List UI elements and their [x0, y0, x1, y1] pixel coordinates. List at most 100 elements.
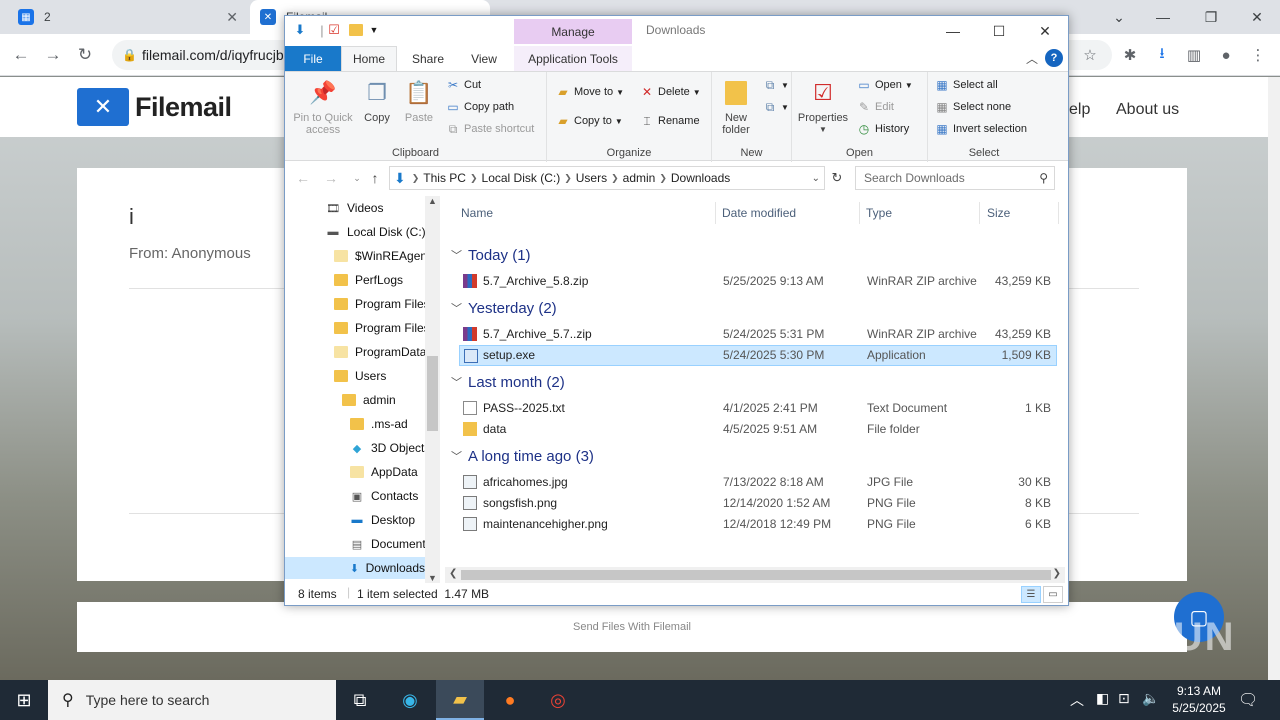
chrome-icon[interactable]: ◎: [534, 680, 582, 720]
details-view-icon[interactable]: ☰: [1021, 586, 1041, 603]
group-header[interactable]: ﹀ Last month (2): [451, 371, 565, 393]
pin-quick-access-button[interactable]: 📌 Pin to Quick access: [289, 78, 357, 137]
paste-button[interactable]: 📋 Paste: [399, 78, 439, 125]
search-input[interactable]: Search Downloads ⚲: [855, 166, 1055, 190]
column-header-date[interactable]: Date modified: [722, 202, 796, 224]
customize-qa-icon[interactable]: ▼: [365, 21, 383, 39]
profile-icon[interactable]: ●: [1214, 43, 1238, 67]
nav-item[interactable]: ◆ 3D Objects: [349, 437, 431, 459]
tab-search-icon[interactable]: ⌄: [1096, 0, 1142, 34]
breadcrumb-this-pc[interactable]: This PC: [423, 171, 466, 185]
new-item-button[interactable]: ⧉ ▼: [762, 75, 789, 95]
paste-shortcut-button[interactable]: ⧉ Paste shortcut: [445, 119, 535, 139]
column-separator[interactable]: [715, 202, 716, 224]
nav-scrollbar[interactable]: ▲ ▼: [425, 196, 440, 583]
file-row[interactable]: maintenancehigher.png 12/4/2018 12:49 PM…: [459, 514, 1057, 535]
column-header-size[interactable]: Size: [987, 202, 1010, 224]
task-view-icon[interactable]: ⧉: [336, 680, 384, 720]
manage-contextual-tab[interactable]: Manage: [514, 19, 632, 44]
nav-item[interactable]: ▬ Local Disk (C:): [325, 221, 426, 243]
system-clock[interactable]: 9:13 AM 5/25/2025: [1162, 683, 1236, 717]
filemail-logo[interactable]: ✕ Filemail: [77, 88, 232, 126]
properties-qa-icon[interactable]: ☑: [325, 21, 343, 39]
downloads-icon[interactable]: ⭳: [1150, 43, 1174, 67]
nav-item[interactable]: ▬ Desktop: [349, 509, 416, 531]
nav-item[interactable]: Users: [333, 365, 386, 387]
breadcrumb-admin[interactable]: admin: [623, 171, 656, 185]
firefox-icon[interactable]: ●: [486, 680, 534, 720]
tab-view[interactable]: View: [457, 46, 511, 71]
move-to-button[interactable]: ▰ Move to ▼: [555, 82, 624, 102]
tab-file[interactable]: File: [285, 46, 341, 71]
tab-application-tools[interactable]: Application Tools: [514, 46, 632, 71]
copy-path-button[interactable]: ▭ Copy path: [445, 97, 514, 117]
open-button[interactable]: ▭ Open ▼: [856, 75, 913, 95]
copy-button[interactable]: ❐ Copy: [359, 78, 395, 125]
breadcrumb-users[interactable]: Users: [576, 171, 607, 185]
column-header-name[interactable]: Name: [461, 202, 493, 224]
scroll-left-icon[interactable]: ❮: [449, 568, 457, 579]
extensions-icon[interactable]: ✱: [1118, 43, 1142, 67]
show-hidden-icons[interactable]: ︿: [1070, 690, 1084, 710]
group-header[interactable]: ﹀ A long time ago (3): [451, 445, 594, 467]
forward-icon[interactable]: →: [321, 168, 341, 188]
file-row[interactable]: songsfish.png 12/14/2020 1:52 AM PNG Fil…: [459, 493, 1057, 514]
file-row[interactable]: africahomes.jpg 7/13/2022 8:18 AM JPG Fi…: [459, 472, 1057, 493]
tab-home[interactable]: Home: [341, 46, 397, 71]
group-header[interactable]: ﹀ Yesterday (2): [451, 297, 557, 319]
network-icon[interactable]: ⊡: [1118, 690, 1130, 707]
invert-selection-button[interactable]: ▦ Invert selection: [934, 119, 1027, 139]
explorer-address-bar[interactable]: ⬇ ❯ This PC ❯ Local Disk (C:) ❯ Users ❯ …: [389, 166, 825, 190]
file-row[interactable]: data 4/5/2025 9:51 AM File folder: [459, 419, 1057, 440]
refresh-icon[interactable]: ↻: [827, 168, 847, 188]
nav-item[interactable]: Program Files: [333, 317, 430, 339]
minimize-button[interactable]: —: [930, 16, 976, 46]
nav-about-link[interactable]: About us: [1116, 101, 1179, 119]
delete-button[interactable]: ✕ Delete ▼: [639, 82, 701, 102]
taskbar-search-box[interactable]: ⚲ Type here to search: [48, 680, 336, 720]
collapse-ribbon-icon[interactable]: ︿: [1026, 50, 1038, 67]
scroll-up-icon[interactable]: ▲: [428, 196, 437, 206]
nav-item[interactable]: admin: [341, 389, 396, 411]
large-icons-view-icon[interactable]: ▭: [1043, 586, 1063, 603]
scroll-right-icon[interactable]: ❯: [1053, 568, 1061, 579]
chevron-down-icon[interactable]: ⌄: [812, 173, 820, 184]
meet-now-icon[interactable]: ◧: [1096, 690, 1109, 707]
minimize-button[interactable]: —: [1140, 0, 1186, 34]
file-row[interactable]: 5.7_Archive_5.7..zip 5/24/2025 5:31 PM W…: [459, 324, 1057, 345]
cut-button[interactable]: ✂ Cut: [445, 75, 481, 95]
nav-item[interactable]: PerfLogs: [333, 269, 403, 291]
group-header[interactable]: ﹀ Today (1): [451, 244, 531, 266]
close-button[interactable]: ✕: [1234, 0, 1280, 34]
menu-icon[interactable]: ⋮: [1246, 43, 1270, 67]
nav-item-selected[interactable]: ⬇ Downloads: [285, 557, 425, 579]
nav-item[interactable]: 🎞 Videos: [325, 197, 383, 219]
reload-icon[interactable]: ↻: [72, 42, 98, 68]
windows-start-icon[interactable]: ⊞: [0, 680, 48, 720]
scroll-down-icon[interactable]: ▼: [428, 573, 437, 583]
new-folder-qa-icon[interactable]: [347, 21, 365, 39]
restore-button[interactable]: ❐: [1188, 0, 1234, 34]
edge-icon[interactable]: ◉: [386, 680, 434, 720]
close-button[interactable]: ✕: [1022, 16, 1068, 46]
browser-tab-1[interactable]: ▦ 2 ✕: [8, 0, 248, 34]
column-separator[interactable]: [979, 202, 980, 224]
volume-icon[interactable]: 🔈: [1142, 690, 1159, 707]
breadcrumb-downloads[interactable]: Downloads: [671, 171, 730, 185]
recent-locations-icon[interactable]: ⌄: [347, 168, 367, 188]
properties-button[interactable]: ☑ Properties ▼: [794, 78, 852, 136]
nav-item[interactable]: AppData: [349, 461, 418, 483]
column-separator[interactable]: [1058, 202, 1059, 224]
nav-item[interactable]: ▣ Contacts: [349, 485, 419, 507]
help-icon[interactable]: ?: [1045, 49, 1063, 67]
breadcrumb-local-disk[interactable]: Local Disk (C:): [482, 171, 561, 185]
nav-item[interactable]: .ms-ad: [349, 413, 408, 435]
horizontal-scrollbar[interactable]: ❮ ❯: [445, 567, 1065, 583]
scroll-thumb[interactable]: [427, 356, 438, 431]
side-panel-icon[interactable]: ▥: [1182, 43, 1206, 67]
column-header-type[interactable]: Type: [866, 202, 892, 224]
close-tab-icon[interactable]: ✕: [226, 9, 238, 26]
new-folder-button[interactable]: New folder: [714, 78, 758, 136]
forward-icon[interactable]: →: [40, 42, 66, 68]
history-button[interactable]: ◷ History: [856, 119, 909, 139]
